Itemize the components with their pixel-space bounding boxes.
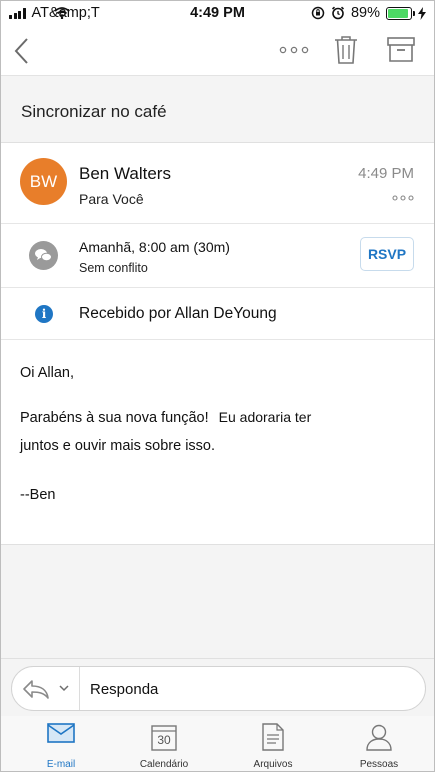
more-dots-icon[interactable] — [279, 46, 309, 54]
event-conflict-status: Sem conflito — [79, 261, 148, 275]
trash-icon[interactable] — [334, 35, 358, 65]
reply-bar — [1, 658, 434, 716]
tab-label: Pessoas — [359, 759, 399, 770]
battery-icon — [386, 6, 415, 20]
body-line: Parabéns à sua nova função! Eu adoraria t… — [20, 409, 420, 438]
info-icon: i — [35, 305, 53, 323]
alarm-icon — [331, 6, 345, 20]
chevron-down-icon[interactable] — [59, 685, 69, 692]
divider — [79, 667, 80, 710]
message-subject: Sincronizar no café — [21, 102, 167, 121]
archive-icon[interactable] — [387, 37, 415, 63]
mail-icon — [47, 723, 75, 743]
reply-arrow-icon[interactable] — [22, 679, 50, 699]
tab-label: E-mail — [46, 759, 76, 770]
body-greeting: Oi Allan, — [20, 365, 74, 381]
sender-row[interactable]: BW Ben Walters Para Você 4:49 PM — [1, 143, 434, 224]
tab-bar: E-mail 30 Calendário Arquivos Pessoas — [1, 716, 434, 771]
battery-percent: 89% — [350, 5, 380, 21]
people-icon — [366, 724, 392, 751]
more-dots-icon[interactable] — [392, 195, 414, 201]
subject-bar: Sincronizar no café — [1, 76, 434, 143]
tab-files[interactable]: Arquivos — [223, 716, 323, 771]
status-bar: AT&amp;T 4:49 PM 89% — [1, 1, 434, 27]
received-notice: Recebido por Allan DeYoung — [79, 305, 277, 322]
body-text-segment: Parabéns à sua nova função! — [20, 410, 209, 426]
recipient-label: Para Você — [79, 191, 144, 207]
status-right: 89% — [311, 5, 426, 21]
tab-calendar[interactable]: 30 Calendário — [114, 716, 214, 771]
sender-name: Ben Walters — [79, 164, 171, 183]
message-body: Oi Allan, Parabéns à sua nova função! Eu … — [20, 365, 420, 503]
reply-box[interactable] — [11, 666, 426, 711]
chevron-left-icon[interactable] — [13, 37, 29, 65]
message-time: 4:49 PM — [358, 165, 414, 182]
avatar[interactable]: BW — [20, 158, 67, 205]
files-icon — [262, 723, 284, 751]
received-notice-row: i Recebido por Allan DeYoung — [1, 288, 434, 340]
tab-label: Calendário — [139, 759, 189, 770]
rotation-lock-icon — [311, 6, 325, 20]
app-screen: AT&amp;T 4:49 PM 89% Sincronizar no café… — [0, 0, 435, 772]
body-text-segment: Eu adoraria ter — [218, 409, 312, 425]
tab-label: Arquivos — [253, 759, 293, 770]
tab-people[interactable]: Pessoas — [329, 716, 429, 771]
message-card: BW Ben Walters Para Você 4:49 PM Amanhã,… — [1, 143, 434, 545]
rsvp-button[interactable]: RSVP — [360, 237, 414, 271]
body-signature: --Ben — [20, 487, 56, 503]
event-chat-icon — [29, 241, 58, 270]
reply-input[interactable] — [90, 678, 410, 700]
tab-email[interactable]: E-mail — [11, 716, 111, 771]
charging-icon — [418, 6, 426, 20]
battery-fill — [388, 8, 408, 18]
event-time: Amanhã, 8:00 am (30m) — [79, 239, 230, 255]
event-row[interactable]: Amanhã, 8:00 am (30m) Sem conflito RSVP — [1, 224, 434, 288]
calendar-day: 30 — [157, 733, 171, 747]
body-line: juntos e ouvir mais sobre isso. — [20, 438, 216, 454]
message-toolbar — [1, 27, 434, 76]
